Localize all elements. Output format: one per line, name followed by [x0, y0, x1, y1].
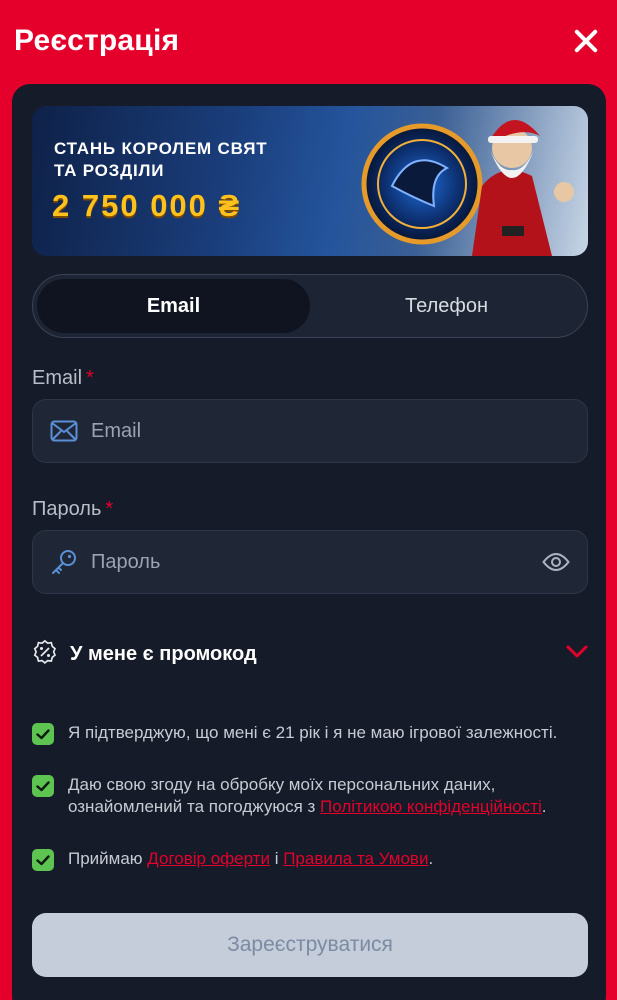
password-label: Пароль *: [32, 498, 113, 521]
offer-agreement-link[interactable]: Договір оферти: [147, 849, 270, 868]
checkmark-icon: [36, 728, 50, 739]
promo-code-toggle[interactable]: У мене є промокод: [32, 632, 588, 676]
privacy-consent-checkbox[interactable]: [32, 775, 54, 797]
tab-phone[interactable]: Телефон: [310, 279, 583, 333]
banner-line-2: ТА РОЗДІЛИ: [54, 161, 165, 180]
terms-text-before: Приймаю: [68, 849, 148, 868]
tab-email[interactable]: Email: [37, 279, 310, 333]
privacy-consent-row: Даю свою згоду на обробку моїх персональ…: [32, 774, 588, 818]
email-label-text: Email: [32, 367, 83, 389]
auth-method-tabs: Email Телефон: [32, 274, 588, 338]
terms-consent-text: Приймаю Договір оферти і Правила та Умов…: [68, 848, 433, 870]
modal-header: Реєстрація: [0, 0, 617, 82]
privacy-consent-text: Даю свою згоду на обробку моїх персональ…: [68, 774, 588, 818]
banner-line-1: СТАНЬ КОРОЛЕМ СВЯТ: [54, 139, 268, 158]
age-consent-checkbox[interactable]: [32, 723, 54, 745]
privacy-text-after: .: [541, 797, 547, 816]
eye-icon[interactable]: [541, 547, 571, 577]
banner-headline: СТАНЬ КОРОЛЕМ СВЯТ ТА РОЗДІЛИ: [54, 138, 267, 182]
banner-amount: 2 750 000 ₴: [52, 188, 242, 223]
promo-code-label: У мене є промокод: [70, 642, 257, 665]
terms-text-after: .: [428, 849, 434, 868]
checkmark-icon: [36, 854, 50, 865]
password-label-text: Пароль: [32, 498, 102, 520]
percent-badge-icon: [32, 639, 58, 670]
terms-consent-row: Приймаю Договір оферти і Правила та Умов…: [32, 848, 588, 871]
age-consent-text: Я підтверджую, що мені є 21 рік і я не м…: [68, 723, 558, 742]
key-icon: [49, 547, 79, 577]
terms-text-middle: і: [269, 849, 284, 868]
email-label: Email *: [32, 367, 94, 390]
checkmark-icon: [36, 780, 50, 791]
password-input[interactable]: [91, 550, 541, 574]
close-icon[interactable]: [571, 26, 601, 56]
required-mark: *: [105, 498, 114, 520]
required-mark: *: [86, 367, 94, 389]
email-field[interactable]: [32, 399, 588, 463]
password-field[interactable]: [32, 530, 588, 594]
page-title: Реєстрація: [14, 24, 180, 57]
terms-and-conditions-link[interactable]: Правила та Умови: [283, 849, 428, 868]
register-button[interactable]: Зареєструватися: [32, 913, 588, 977]
age-consent-row: Я підтверджую, що мені є 21 рік і я не м…: [32, 722, 588, 745]
chevron-down-icon[interactable]: [566, 645, 588, 664]
santa-wheel-illustration: [361, 119, 574, 256]
registration-form: СТАНЬ КОРОЛЕМ СВЯТ ТА РОЗДІЛИ 2 750 000 …: [12, 84, 606, 1000]
terms-consent-checkbox[interactable]: [32, 849, 54, 871]
email-input[interactable]: [91, 419, 571, 443]
promo-banner[interactable]: СТАНЬ КОРОЛЕМ СВЯТ ТА РОЗДІЛИ 2 750 000 …: [32, 106, 588, 256]
privacy-policy-link[interactable]: Політикою конфіденційності: [320, 797, 542, 816]
envelope-icon: [49, 416, 79, 446]
